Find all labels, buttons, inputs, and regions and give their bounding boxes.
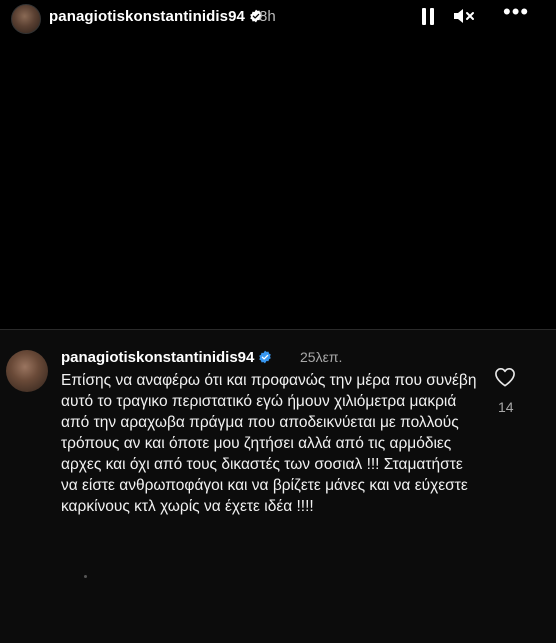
comment-avatar[interactable] <box>6 350 48 392</box>
speaker-muted-icon[interactable] <box>453 7 475 25</box>
divider-dot <box>84 575 87 578</box>
heart-icon[interactable] <box>494 367 516 387</box>
comment-timestamp: 25λεπ. <box>300 349 343 365</box>
story-timestamp: 8h <box>259 8 276 25</box>
story-username-link[interactable]: panagiotiskonstantinidis94 <box>49 8 263 25</box>
comment-username: panagiotiskonstantinidis94 <box>61 349 255 366</box>
comment-panel: panagiotiskonstantinidis94 25λεπ. Επίσης… <box>0 329 556 643</box>
more-options-icon[interactable]: ••• <box>503 1 529 24</box>
like-count: 14 <box>498 399 514 415</box>
story-header: panagiotiskonstantinidis94 8h ••• <box>0 0 556 36</box>
story-avatar[interactable] <box>11 4 41 34</box>
pause-button[interactable] <box>421 8 435 25</box>
verified-badge-icon <box>259 350 272 364</box>
story-username: panagiotiskonstantinidis94 <box>49 8 245 25</box>
comment-text: Επίσης να αναφέρω ότι και προφανώς την μ… <box>61 372 477 515</box>
comment-username-link[interactable]: panagiotiskonstantinidis94 <box>61 349 272 366</box>
pause-icon <box>422 8 426 25</box>
